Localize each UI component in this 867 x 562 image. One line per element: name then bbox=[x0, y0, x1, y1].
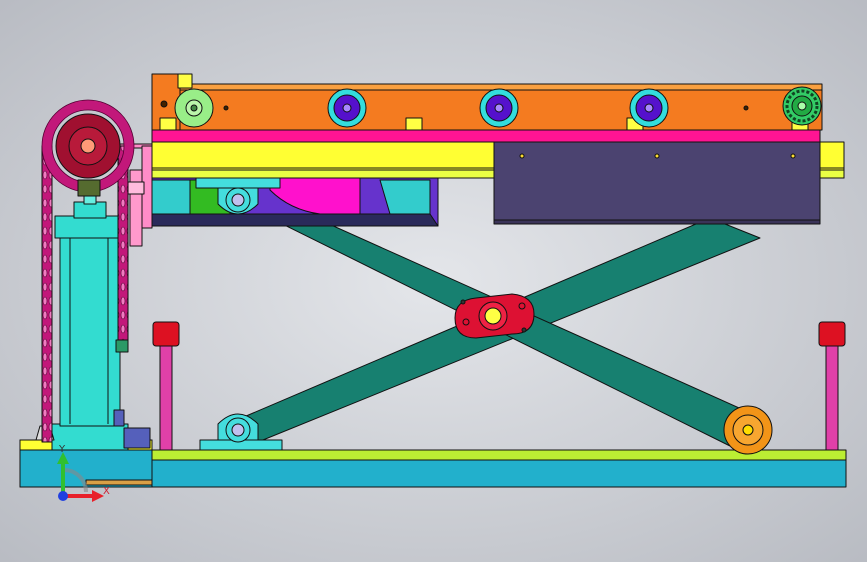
sprocket-bore bbox=[80, 138, 96, 154]
roller-axle bbox=[190, 104, 198, 112]
conveyor-belt-strip bbox=[151, 129, 821, 143]
conveyor-roller-tail bbox=[782, 86, 822, 126]
cylinder-fitting bbox=[123, 427, 151, 449]
pivot-bolt-right bbox=[518, 302, 526, 310]
frame-hole bbox=[223, 105, 229, 111]
bumper-post bbox=[159, 343, 173, 451]
chain-strand-left bbox=[41, 145, 53, 443]
triad-z-axis bbox=[58, 491, 68, 501]
conveyor-end-cap-bracket bbox=[177, 73, 193, 89]
center-pivot bbox=[454, 293, 535, 339]
switch-body bbox=[129, 169, 143, 247]
roller-axle bbox=[644, 103, 654, 113]
triad-x-label: X bbox=[103, 486, 110, 497]
motor-bay-shade bbox=[151, 213, 439, 227]
dark-housing bbox=[493, 141, 821, 225]
conveyor-roller bbox=[629, 88, 669, 128]
cylinder-barrel bbox=[59, 235, 121, 427]
pillow-block-shaft bbox=[231, 423, 245, 437]
pivot-hole bbox=[460, 299, 466, 305]
frame-hole bbox=[743, 105, 749, 111]
roller-axle bbox=[342, 103, 352, 113]
cad-viewport[interactable]: Y X bbox=[0, 0, 867, 562]
lower-roller bbox=[723, 405, 773, 455]
pivot-pin bbox=[484, 307, 502, 325]
bumper-cap bbox=[818, 321, 846, 347]
pillow-block-shaft bbox=[231, 193, 245, 207]
lower-roller-axle bbox=[742, 424, 754, 436]
conveyor-top-rail bbox=[151, 83, 823, 91]
pivot-bolt-left bbox=[462, 318, 470, 326]
triad-y-label: Y bbox=[58, 444, 66, 455]
conveyor-roller bbox=[327, 88, 367, 128]
roller-axle bbox=[494, 103, 504, 113]
frame-hole bbox=[160, 100, 168, 108]
housing-bolt bbox=[654, 153, 660, 159]
housing-bolt bbox=[519, 153, 525, 159]
conveyor-roller-drive bbox=[174, 88, 214, 128]
sprocket-shaft-block bbox=[77, 179, 101, 197]
drive-housing bbox=[151, 177, 439, 227]
base-slot bbox=[85, 479, 153, 486]
frame-clip bbox=[405, 117, 423, 131]
housing-bottom-lip bbox=[493, 219, 821, 225]
roller-axle bbox=[797, 101, 807, 111]
bumper-cap bbox=[152, 321, 180, 347]
pillow-block-base bbox=[195, 177, 281, 189]
assembly-drawing: Y X bbox=[0, 0, 867, 562]
conveyor-roller bbox=[479, 88, 519, 128]
frame-clip bbox=[159, 117, 177, 131]
housing-bolt bbox=[790, 153, 796, 159]
pivot-hole bbox=[521, 327, 527, 333]
switch-knob bbox=[127, 181, 145, 195]
cylinder-valve bbox=[113, 409, 125, 427]
chain-tensioner bbox=[115, 339, 129, 353]
bumper-post bbox=[825, 343, 839, 451]
motor-bay-left-panel bbox=[151, 179, 191, 215]
cylinder-cap bbox=[54, 215, 126, 239]
